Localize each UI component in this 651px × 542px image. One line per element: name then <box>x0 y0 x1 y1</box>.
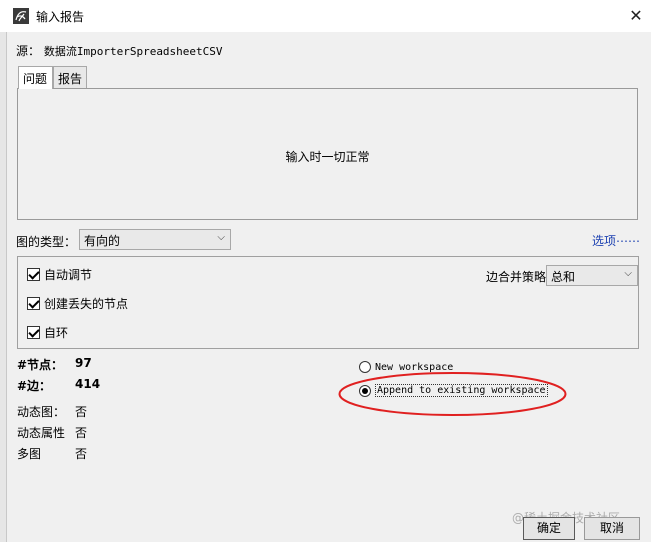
options-link[interactable]: 选项⋯⋯ <box>592 232 640 249</box>
auto-scale-checkbox[interactable] <box>27 267 40 281</box>
dynamic-graph-value: 否 <box>75 405 88 419</box>
edges-count-label: #边： <box>17 379 52 393</box>
dynamic-attributes-value: 否 <box>75 426 88 440</box>
self-loops-checkbox-row[interactable]: 自环 <box>27 323 68 341</box>
annotation-highlight-ellipse <box>338 372 567 416</box>
nodes-count-label: #节点： <box>17 358 64 372</box>
dynamic-attributes-label: 动态属性 <box>17 426 66 440</box>
chevron-down-icon: ⌵ <box>217 232 225 243</box>
edges-count-value: 414 <box>75 377 101 391</box>
chevron-down-icon: ⌵ <box>624 268 632 279</box>
tab-report[interactable]: 报告 <box>53 66 87 88</box>
tab-issues[interactable]: 问题 <box>18 66 53 89</box>
issues-message: 输入时一切正常 <box>285 150 370 164</box>
edge-merge-value: 总和 <box>551 270 576 284</box>
create-missing-nodes-checkbox[interactable] <box>27 296 40 310</box>
graph-type-select[interactable]: 有向的 ⌵ <box>79 229 231 250</box>
window-title: 输入报告 <box>36 10 85 24</box>
gephi-app-icon <box>13 8 29 24</box>
self-loops-checkbox[interactable] <box>27 325 40 339</box>
create-missing-nodes-label: 创建丢失的节点 <box>44 296 129 311</box>
edge-merge-select[interactable]: 总和 ⌵ <box>546 265 638 286</box>
nodes-count-value: 97 <box>75 356 92 370</box>
create-missing-nodes-checkbox-row[interactable]: 创建丢失的节点 <box>27 294 128 312</box>
cancel-button[interactable]: 取消 <box>584 517 640 540</box>
dynamic-graph-label: 动态图： <box>17 405 66 419</box>
auto-scale-checkbox-row[interactable]: 自动调节 <box>27 265 92 283</box>
multigraph-value: 否 <box>75 447 88 461</box>
graph-type-label: 图的类型： <box>16 235 77 249</box>
multigraph-label: 多图 <box>17 447 42 461</box>
source-line: 源： 数据流ImporterSpreadsheetCSV <box>16 42 223 59</box>
edge-merge-label: 边合并策略 <box>486 270 547 284</box>
auto-scale-label: 自动调节 <box>44 267 93 282</box>
graph-type-value: 有向的 <box>84 234 121 248</box>
source-value: 数据流ImporterSpreadsheetCSV <box>43 45 223 58</box>
self-loops-label: 自环 <box>44 325 69 340</box>
close-icon[interactable]: ✕ <box>622 2 650 30</box>
source-label: 源： <box>16 44 41 58</box>
ok-button[interactable]: 确定 <box>523 517 575 540</box>
title-bar <box>0 0 651 32</box>
